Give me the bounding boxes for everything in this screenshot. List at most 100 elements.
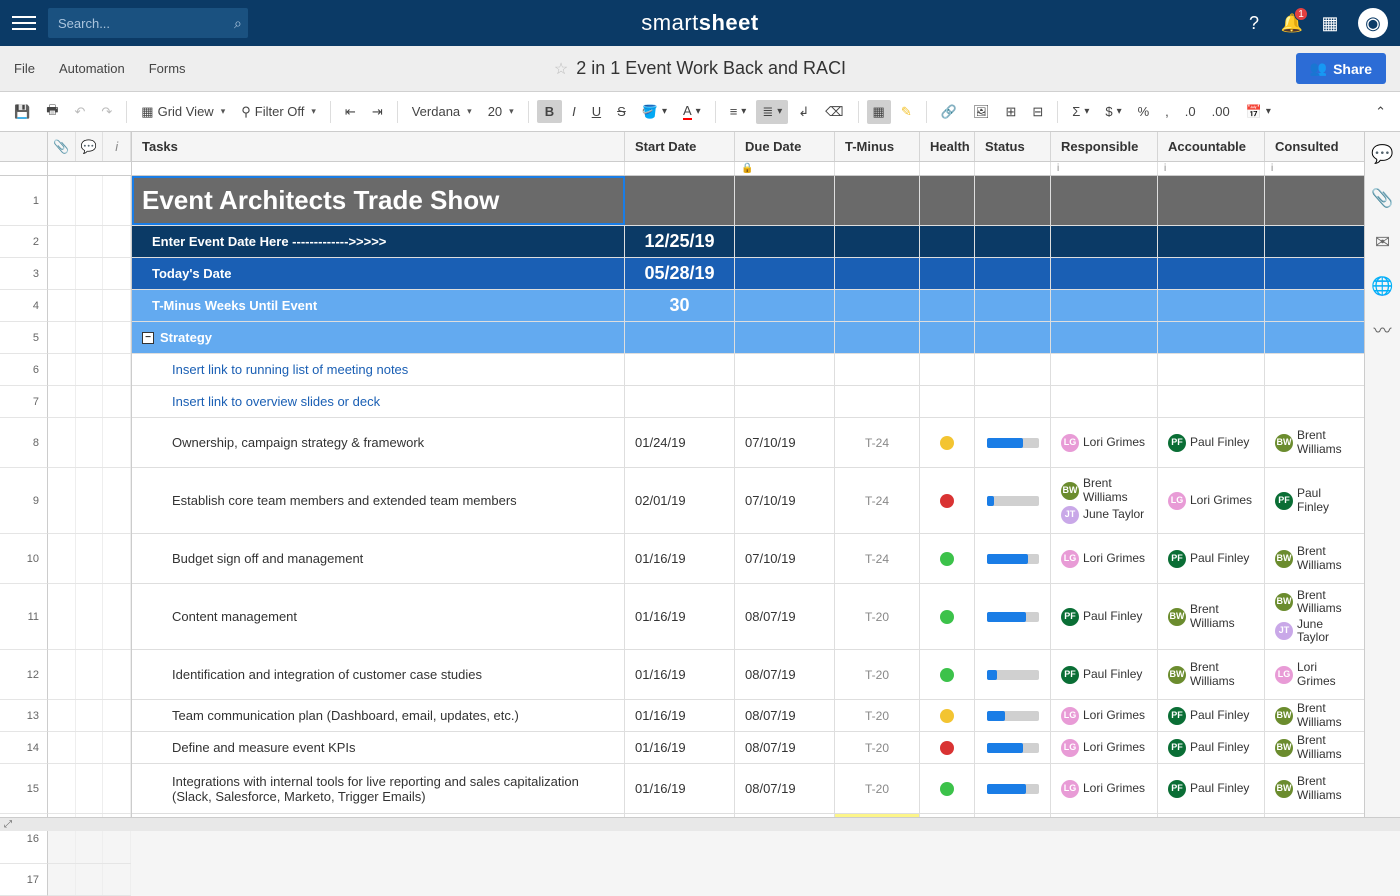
person-chip[interactable]: JTJune Taylor <box>1275 618 1354 644</box>
cell-due-date[interactable]: 07/10/19 <box>735 534 835 583</box>
cell-due-date[interactable]: 08/07/19 <box>735 700 835 731</box>
bold-button[interactable]: B <box>537 100 562 123</box>
cell-task[interactable]: T-Minus Weeks Until Event <box>132 290 625 321</box>
highlight-icon[interactable]: ✎ <box>895 100 918 124</box>
cell-responsible[interactable]: LGLori Grimes <box>1051 700 1158 731</box>
cell-due-date[interactable] <box>735 354 835 385</box>
cell-status[interactable] <box>975 732 1051 763</box>
attachments-column-icon[interactable]: 📎 <box>48 132 76 161</box>
link-icon[interactable]: 🔗 <box>935 100 963 124</box>
align-left-icon[interactable]: ≡▾ <box>724 100 753 123</box>
table-row[interactable]: Today's Date 05/28/19 <box>132 258 1400 290</box>
cell-tminus[interactable]: T-20 <box>835 732 920 763</box>
person-chip[interactable]: LGLori Grimes <box>1275 661 1354 687</box>
cell-responsible[interactable]: BWBrent WilliamsJTJune Taylor <box>1051 468 1158 533</box>
person-chip[interactable]: PFPaul Finley <box>1168 550 1249 568</box>
cell-consulted[interactable]: LGLori Grimes <box>1265 650 1365 699</box>
cell-tminus[interactable] <box>835 258 920 289</box>
person-chip[interactable]: PFPaul Finley <box>1168 434 1249 452</box>
sheet-title[interactable]: 2 in 1 Event Work Back and RACI <box>576 58 846 79</box>
notifications-icon[interactable]: 🔔1 <box>1282 13 1302 33</box>
cell-tminus[interactable] <box>835 386 920 417</box>
person-chip[interactable]: BWBrent Williams <box>1061 477 1147 503</box>
row-number[interactable]: 11 <box>0 584 48 650</box>
table-row[interactable]: −Strategy <box>132 322 1400 354</box>
column-header-due[interactable]: Due Date <box>735 132 835 161</box>
expand-icon[interactable]: ⤢ <box>4 819 12 830</box>
cell-tminus[interactable]: T-24 <box>835 534 920 583</box>
cell-status[interactable] <box>975 700 1051 731</box>
table-row[interactable]: Establish core team members and extended… <box>132 468 1400 534</box>
cell-accountable[interactable] <box>1158 176 1265 225</box>
cell-start-date[interactable]: 01/16/19 <box>625 650 735 699</box>
cell-health[interactable] <box>920 732 975 763</box>
cell-tminus[interactable] <box>835 176 920 225</box>
cell-responsible[interactable] <box>1051 226 1158 257</box>
cell-accountable[interactable] <box>1158 322 1265 353</box>
toolbar-expand-icon[interactable]: ⌃ <box>1369 100 1392 124</box>
cell-task[interactable]: Event Architects Trade Show <box>132 176 625 225</box>
cell-due-date[interactable]: 08/07/19 <box>735 764 835 813</box>
currency-icon[interactable]: $▾ <box>1099 100 1127 123</box>
table-row[interactable]: Insert link to running list of meeting n… <box>132 354 1400 386</box>
conversations-icon[interactable]: 💬 <box>1373 144 1393 164</box>
cell-health[interactable] <box>920 226 975 257</box>
table-row[interactable]: Ownership, campaign strategy & framework… <box>132 418 1400 468</box>
cell-tminus[interactable] <box>835 354 920 385</box>
table-row[interactable]: Team communication plan (Dashboard, emai… <box>132 700 1400 732</box>
cell-tminus[interactable]: T-20 <box>835 764 920 813</box>
person-chip[interactable]: BWBrent Williams <box>1275 702 1354 728</box>
cell-status[interactable] <box>975 290 1051 321</box>
cell-start-date[interactable]: 30 <box>625 290 735 321</box>
column-header-status[interactable]: Status <box>975 132 1051 161</box>
table-row[interactable]: T-Minus Weeks Until Event 30 <box>132 290 1400 322</box>
person-chip[interactable]: PFPaul Finley <box>1168 780 1249 798</box>
cell-start-date[interactable]: 01/16/19 <box>625 700 735 731</box>
cell-status[interactable] <box>975 534 1051 583</box>
comma-icon[interactable]: , <box>1159 100 1175 123</box>
cell-due-date[interactable]: 08/07/19 <box>735 732 835 763</box>
redo-icon[interactable]: ↷ <box>95 100 118 124</box>
cell-due-date[interactable] <box>735 176 835 225</box>
cell-tminus[interactable] <box>835 290 920 321</box>
cell-accountable[interactable] <box>1158 386 1265 417</box>
table-row[interactable]: Event Architects Trade Show <box>132 176 1400 226</box>
person-chip[interactable]: LGLori Grimes <box>1061 739 1145 757</box>
undo-icon[interactable]: ↶ <box>68 100 91 124</box>
cell-consulted[interactable] <box>1265 354 1365 385</box>
cell-accountable[interactable]: PFPaul Finley <box>1158 700 1265 731</box>
column-header-responsible[interactable]: Responsible <box>1051 132 1158 161</box>
person-chip[interactable]: PFPaul Finley <box>1061 608 1142 626</box>
cell-task[interactable]: Ownership, campaign strategy & framework <box>132 418 625 467</box>
table-row[interactable]: Identification and integration of custom… <box>132 650 1400 700</box>
person-chip[interactable]: BWBrent Williams <box>1275 589 1354 615</box>
cell-responsible[interactable] <box>1051 176 1158 225</box>
row-number[interactable]: 15 <box>0 764 48 814</box>
cell-consulted[interactable] <box>1265 226 1365 257</box>
search-icon[interactable]: ⌕ <box>234 15 242 32</box>
cell-accountable[interactable]: PFPaul Finley <box>1158 732 1265 763</box>
cell-health[interactable] <box>920 322 975 353</box>
cell-task[interactable]: Today's Date <box>132 258 625 289</box>
cell-status[interactable] <box>975 468 1051 533</box>
cell-tminus[interactable]: T-20 <box>835 650 920 699</box>
share-button[interactable]: 👥 Share <box>1296 53 1386 84</box>
cell-task[interactable]: Budget sign off and management <box>132 534 625 583</box>
cell-consulted[interactable] <box>1265 176 1365 225</box>
cell-responsible[interactable]: LGLori Grimes <box>1051 764 1158 813</box>
person-chip[interactable]: LGLori Grimes <box>1061 707 1145 725</box>
row-number[interactable]: 5 <box>0 322 48 354</box>
cell-due-date[interactable] <box>735 322 835 353</box>
person-chip[interactable]: PFPaul Finley <box>1061 666 1142 684</box>
menu-forms[interactable]: Forms <box>149 61 186 76</box>
cell-task[interactable]: Insert link to running list of meeting n… <box>132 354 625 385</box>
row-number[interactable]: 3 <box>0 258 48 290</box>
user-avatar[interactable]: ◉ <box>1358 8 1388 38</box>
cell-health[interactable] <box>920 386 975 417</box>
cell-start-date[interactable] <box>625 176 735 225</box>
column-header-health[interactable]: Health <box>920 132 975 161</box>
person-chip[interactable]: LGLori Grimes <box>1168 492 1252 510</box>
cell-status[interactable] <box>975 650 1051 699</box>
cell-task[interactable]: −Strategy <box>132 322 625 353</box>
column-header-accountable[interactable]: Accountable <box>1158 132 1265 161</box>
